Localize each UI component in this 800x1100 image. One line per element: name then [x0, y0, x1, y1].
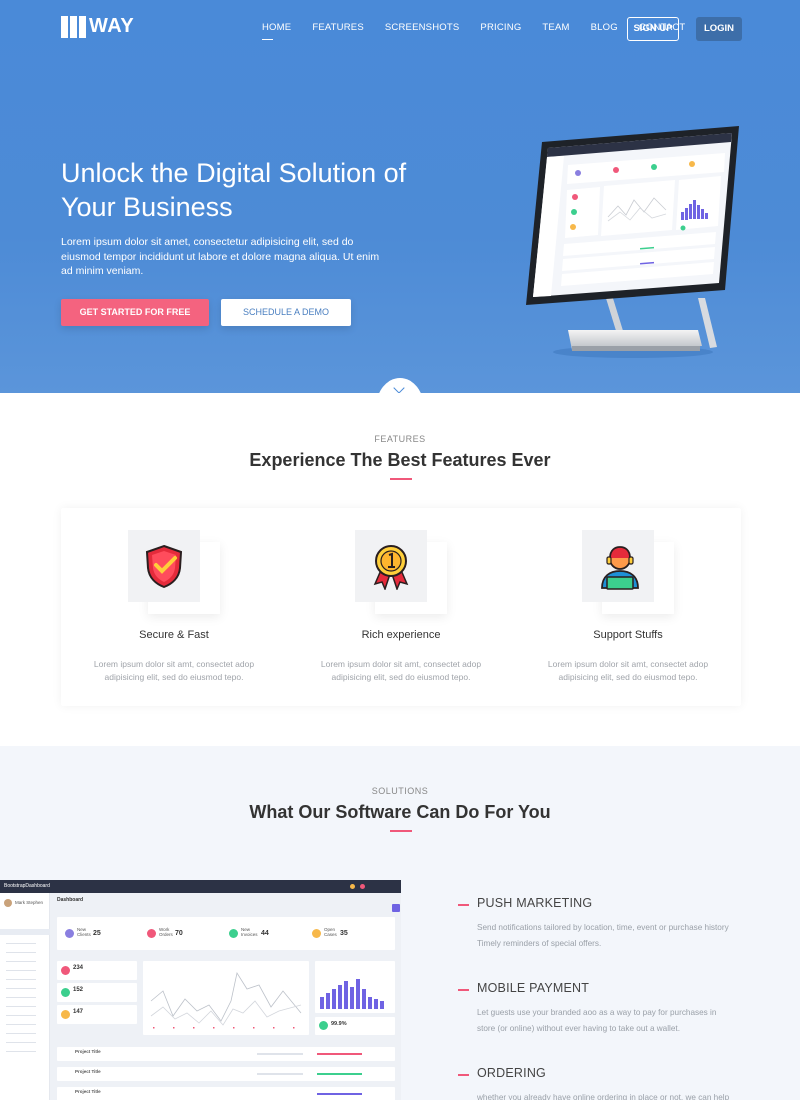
percent-card: 99.9% [315, 1017, 395, 1035]
hero-section: WAY HOME FEATURES SCREENSHOTS PRICING TE… [0, 0, 800, 393]
feature-title: Secure & Fast [139, 629, 209, 641]
mini-stat-card: 152 [57, 983, 137, 1002]
stat-value: 25 [93, 930, 101, 937]
feature-item: Support Stuffs Lorem ipsum dolor sit amt… [515, 508, 741, 706]
user-name: Mark Stephen [15, 900, 44, 905]
stat-icon [147, 929, 156, 938]
mini-stat-value: 234 [73, 965, 84, 971]
line-chart [150, 971, 302, 1029]
project-title: Project Title [75, 1089, 101, 1094]
nav-pricing[interactable]: PRICING [480, 16, 521, 40]
stats-card: New Clients 25 Work Orders 70 New Invoic… [57, 917, 395, 950]
feature-title: Support Stuffs [593, 629, 663, 641]
mini-stat-card: 147 [57, 1005, 137, 1024]
stat-icon [312, 929, 321, 938]
chevron-down-icon [393, 382, 405, 393]
avatar [4, 899, 12, 907]
stat-label: New Clients [77, 927, 91, 937]
feature-title: Rich experience [361, 629, 441, 641]
login-button[interactable]: LOGIN [696, 17, 742, 41]
nav-home[interactable]: HOME [262, 16, 291, 40]
dashboard-screenshot: BootstrapDashboard Mark Stephen Dashboar… [0, 880, 401, 1100]
bar-chart-card [315, 961, 395, 1013]
stat-icon [65, 929, 74, 938]
solution-title: ORDERING [477, 1066, 546, 1080]
schedule-demo-button[interactable]: SCHEDULE A DEMO [221, 299, 351, 326]
line-chart-card [143, 961, 309, 1035]
mini-stat-card: 234 [57, 961, 137, 980]
project-row: Project Title [57, 1067, 395, 1081]
stat-label: New Invoices [241, 927, 258, 937]
logo-icon [61, 15, 86, 38]
solution-desc: Let guests use your branded aoo as a way… [477, 1008, 717, 1033]
stat-label: Open Cases [324, 927, 337, 937]
stat-value: 44 [261, 930, 269, 937]
hero-title: Unlock the Digital Solution of Your Busi… [61, 158, 407, 222]
feature-item: Rich experience Lorem ipsum dolor sit am… [288, 508, 514, 706]
nav-features[interactable]: FEATURES [312, 16, 364, 40]
feature-desc: Lorem ipsum dolor sit amt, consectet ado… [320, 659, 482, 682]
mini-stat-value: 152 [73, 987, 84, 993]
stat-value: 70 [175, 930, 183, 937]
features-underline [390, 478, 412, 480]
solution-desc: whether you already have online ordering… [477, 1093, 730, 1100]
project-row: Project Title [57, 1087, 395, 1100]
dash-marker [458, 1074, 469, 1076]
progress-bar [317, 1093, 362, 1095]
mini-stat-value: 147 [73, 1009, 84, 1015]
dashboard-topbar: BootstrapDashboard [0, 880, 401, 893]
nav-blog[interactable]: BLOG [591, 16, 618, 40]
solutions-eyebrow: SOLUTIONS [371, 786, 429, 796]
solutions-title: What Our Software Can Do For You [249, 802, 551, 822]
dashboard-sidebar: Mark Stephen [0, 893, 50, 1100]
nav-screenshots[interactable]: SCREENSHOTS [385, 16, 460, 40]
solution-title: MOBILE PAYMENT [477, 981, 590, 995]
brand-logo[interactable]: WAY [61, 15, 134, 38]
monitor-illustration [526, 126, 739, 358]
dash-marker [458, 904, 469, 906]
stat-label: Work Orders [159, 927, 173, 937]
dashboard-title: Dashboard [57, 897, 84, 903]
project-row: Project Title [57, 1047, 395, 1061]
bell-icon [350, 884, 355, 889]
get-started-button[interactable]: GET STARTED FOR FREE [61, 299, 209, 326]
features-card: Secure & Fast Lorem ipsum dolor sit amt,… [61, 508, 741, 706]
settings-icon [392, 904, 400, 912]
feature-desc: Lorem ipsum dolor sit amt, consectet ado… [93, 659, 255, 682]
stat-value: 35 [340, 930, 348, 937]
solution-title: PUSH MARKETING [477, 896, 593, 910]
solution-desc: Send notifications tailored by location,… [477, 923, 729, 948]
dash-marker [458, 989, 469, 991]
progress-bar [317, 1053, 362, 1055]
dashboard-brand: BootstrapDashboard [4, 883, 50, 889]
support-agent-icon [601, 546, 639, 590]
percent-value: 99.9% [331, 1021, 347, 1027]
features-title: Experience The Best Features Ever [249, 450, 551, 470]
brand-name: WAY [89, 15, 135, 37]
solutions-underline [390, 830, 412, 832]
stat-icon [229, 929, 238, 938]
progress-bar [317, 1073, 362, 1075]
medal-icon [373, 545, 409, 590]
feature-item: Secure & Fast Lorem ipsum dolor sit amt,… [61, 508, 287, 706]
hero-text: Lorem ipsum dolor sit amet, consectetur … [61, 236, 380, 277]
bar-chart [320, 979, 384, 1009]
signup-button[interactable]: SIGN UP [627, 17, 679, 41]
nav-team[interactable]: TEAM [542, 16, 569, 40]
feature-desc: Lorem ipsum dolor sit amt, consectet ado… [547, 659, 709, 682]
project-title: Project Title [75, 1049, 101, 1054]
project-title: Project Title [75, 1069, 101, 1074]
mail-icon [360, 884, 365, 889]
scroll-down-button[interactable] [376, 378, 424, 393]
shield-check-icon [145, 544, 183, 588]
features-eyebrow: FEATURES [374, 434, 426, 444]
